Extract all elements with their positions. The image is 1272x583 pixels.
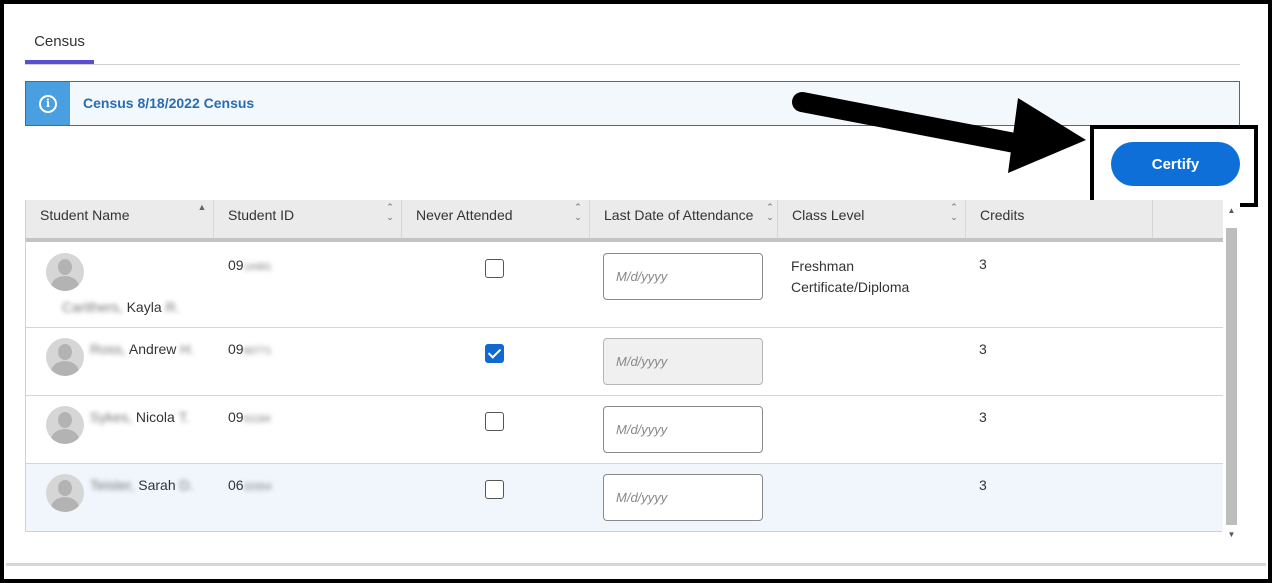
never-attended-checkbox[interactable]: [485, 480, 504, 499]
class-level: Freshman Certificate/Diploma: [791, 258, 910, 295]
info-icon: i: [39, 94, 57, 113]
student-id: 0961184: [228, 409, 271, 425]
student-name: Sykes, Nicola T.: [90, 409, 190, 425]
column-label: Credits: [980, 207, 1025, 223]
sort-icon[interactable]: ⌃ ⌄: [765, 202, 775, 222]
never-attended-checkbox[interactable]: [485, 412, 504, 431]
credits: 3: [979, 341, 987, 357]
certify-button[interactable]: Certify: [1111, 142, 1240, 186]
scroll-down-icon[interactable]: ▼: [1226, 530, 1237, 539]
last-date-input[interactable]: [603, 474, 763, 521]
credits: 3: [979, 477, 987, 493]
bottom-divider: [6, 563, 1266, 566]
last-date-input: [603, 338, 763, 385]
avatar-icon: [46, 253, 84, 291]
table-row[interactable]: Ross, Andrew H. 0960771 3: [26, 328, 1223, 396]
sort-icon[interactable]: ⌃ ⌄: [949, 202, 959, 222]
last-date-input[interactable]: [603, 406, 763, 453]
column-label: Student Name: [40, 207, 130, 223]
sort-icon[interactable]: ⌃ ⌄: [385, 202, 395, 222]
column-header-student-id[interactable]: Student ID ⌃ ⌄: [214, 200, 402, 238]
scroll-up-icon[interactable]: ▲: [1226, 206, 1237, 215]
sort-icon[interactable]: ⌃ ⌄: [573, 202, 583, 222]
grid-scrollbar[interactable]: ▲ ▼: [1223, 200, 1240, 541]
table-row[interactable]: Sykes, Nicola T. 0961184 3: [26, 396, 1223, 464]
column-header-class-level[interactable]: Class Level ⌃ ⌄: [778, 200, 966, 238]
student-id: 0914481: [228, 257, 272, 273]
scroll-thumb[interactable]: [1226, 228, 1237, 525]
last-date-input[interactable]: [603, 253, 763, 300]
column-label: Last Date of Attendance: [604, 207, 754, 223]
census-grid: Student Name ▲ Student ID ⌃ ⌄ Never Atten…: [25, 200, 1223, 532]
column-header-last-date[interactable]: Last Date of Attendance ⌃ ⌄: [590, 200, 778, 238]
banner-icon-box: i: [26, 82, 70, 125]
column-header-student-name[interactable]: Student Name ▲: [26, 200, 214, 238]
student-id: 0960771: [228, 341, 272, 357]
column-header-never-attended[interactable]: Never Attended ⌃ ⌄: [402, 200, 590, 238]
tab-census[interactable]: Census: [25, 26, 94, 64]
avatar-icon: [46, 338, 84, 376]
annotation-arrow-icon: [792, 92, 1086, 173]
student-name: Teister, Sarah D.: [90, 477, 194, 493]
column-label: Never Attended: [416, 207, 513, 223]
student-id: 0632004: [228, 477, 272, 493]
column-label: Class Level: [792, 207, 865, 223]
banner-text: Census 8/18/2022 Census: [83, 95, 255, 111]
avatar-icon: [46, 406, 84, 444]
table-row[interactable]: Carithers, Kayla R. 0914481 FreshmanCert…: [26, 242, 1223, 328]
student-name: Ross, Andrew H.: [90, 341, 195, 357]
column-label: Student ID: [228, 207, 295, 223]
sort-asc-icon[interactable]: ▲: [197, 202, 207, 212]
student-name: Carithers, Kayla R.: [62, 299, 180, 315]
grid-header: Student Name ▲ Student ID ⌃ ⌄ Never Atten…: [26, 200, 1223, 242]
table-row[interactable]: Teister, Sarah D. 0632004 3: [26, 464, 1223, 531]
credits: 3: [979, 256, 987, 272]
tab-bar: Census: [25, 26, 1240, 65]
never-attended-checkbox[interactable]: [485, 259, 504, 278]
credits: 3: [979, 409, 987, 425]
column-header-credits[interactable]: Credits: [966, 200, 1153, 238]
never-attended-checkbox[interactable]: [485, 344, 504, 363]
avatar-icon: [46, 474, 84, 512]
